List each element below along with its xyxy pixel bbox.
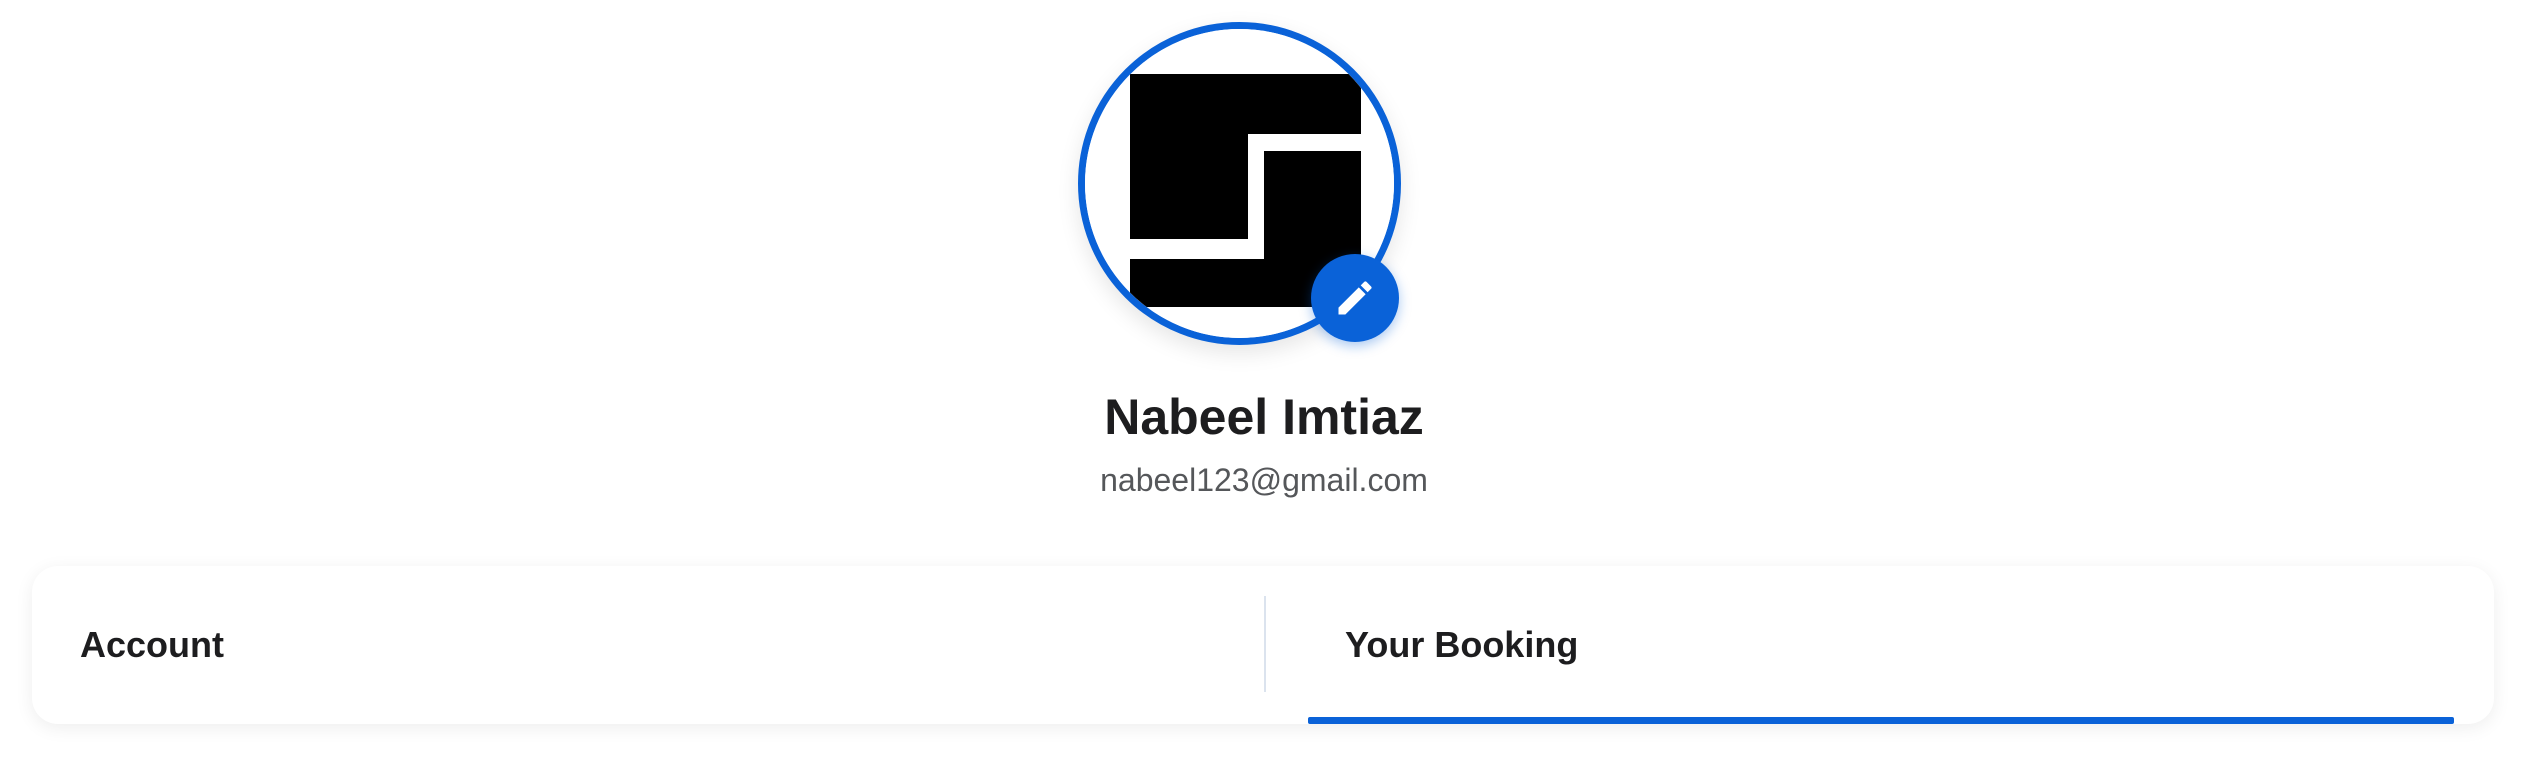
user-name: Nabeel Imtiaz xyxy=(1104,389,1424,445)
profile-tabs: Account Your Booking xyxy=(32,566,2494,724)
tab-account[interactable]: Account xyxy=(32,566,1264,724)
tab-your-booking-label: Your Booking xyxy=(1345,624,1579,665)
edit-avatar-button[interactable] xyxy=(1311,254,1399,342)
profile-page: Nabeel Imtiaz nabeel123@gmail.com Accoun… xyxy=(0,0,2528,766)
avatar xyxy=(1078,22,1401,345)
active-tab-indicator xyxy=(1308,717,2454,724)
pencil-icon xyxy=(1338,281,1372,315)
tab-account-label: Account xyxy=(80,624,224,665)
user-email: nabeel123@gmail.com xyxy=(1100,462,1428,498)
tab-your-booking[interactable]: Your Booking xyxy=(1265,566,2494,724)
